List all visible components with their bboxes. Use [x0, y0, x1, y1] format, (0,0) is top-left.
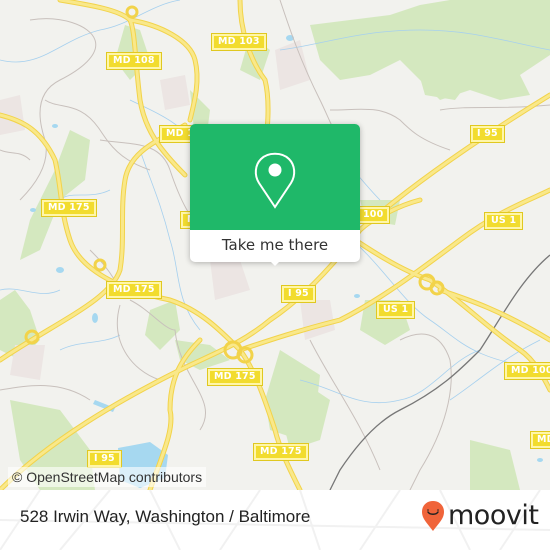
moovit-wordmark: moovit: [448, 500, 539, 531]
road-shield-md175: MD 175: [207, 368, 263, 386]
map-view[interactable]: MD 103 MD 108 MD 1 MD 175 MD 175 MD 175 …: [0, 0, 550, 490]
road-shield-i95: I 95: [281, 285, 316, 303]
popup-header: [190, 124, 360, 230]
popup-pointer: [267, 258, 283, 266]
road-shield-partial: MD: [530, 431, 550, 449]
road-shield-md175: MD 175: [41, 199, 97, 217]
road-shield-md103: MD 103: [211, 33, 267, 51]
road-shield-md100: 100: [355, 206, 391, 224]
moovit-smiley-pin-icon: [422, 501, 444, 531]
address-text: 528 Irwin Way, Washington / Baltimore: [20, 507, 311, 526]
footer-bar: 528 Irwin Way, Washington / Baltimore mo…: [0, 490, 550, 550]
road-shield-i95: I 95: [87, 450, 122, 468]
map-attribution[interactable]: © OpenStreetMap contributors: [8, 467, 207, 487]
road-shield-md100: MD 100: [504, 362, 550, 380]
location-pin-icon: [254, 152, 296, 209]
road-shield-us1: US 1: [375, 301, 416, 319]
road-shield-i95: I 95: [470, 125, 505, 143]
destination-popup: Take me there: [190, 124, 360, 266]
road-shield-md175: MD 175: [106, 281, 162, 299]
moovit-logo[interactable]: moovit: [420, 500, 539, 532]
road-shield-md108: MD 108: [106, 52, 162, 70]
road-shield-us1: US 1: [483, 212, 524, 230]
road-shield-md175: MD 175: [253, 443, 309, 461]
